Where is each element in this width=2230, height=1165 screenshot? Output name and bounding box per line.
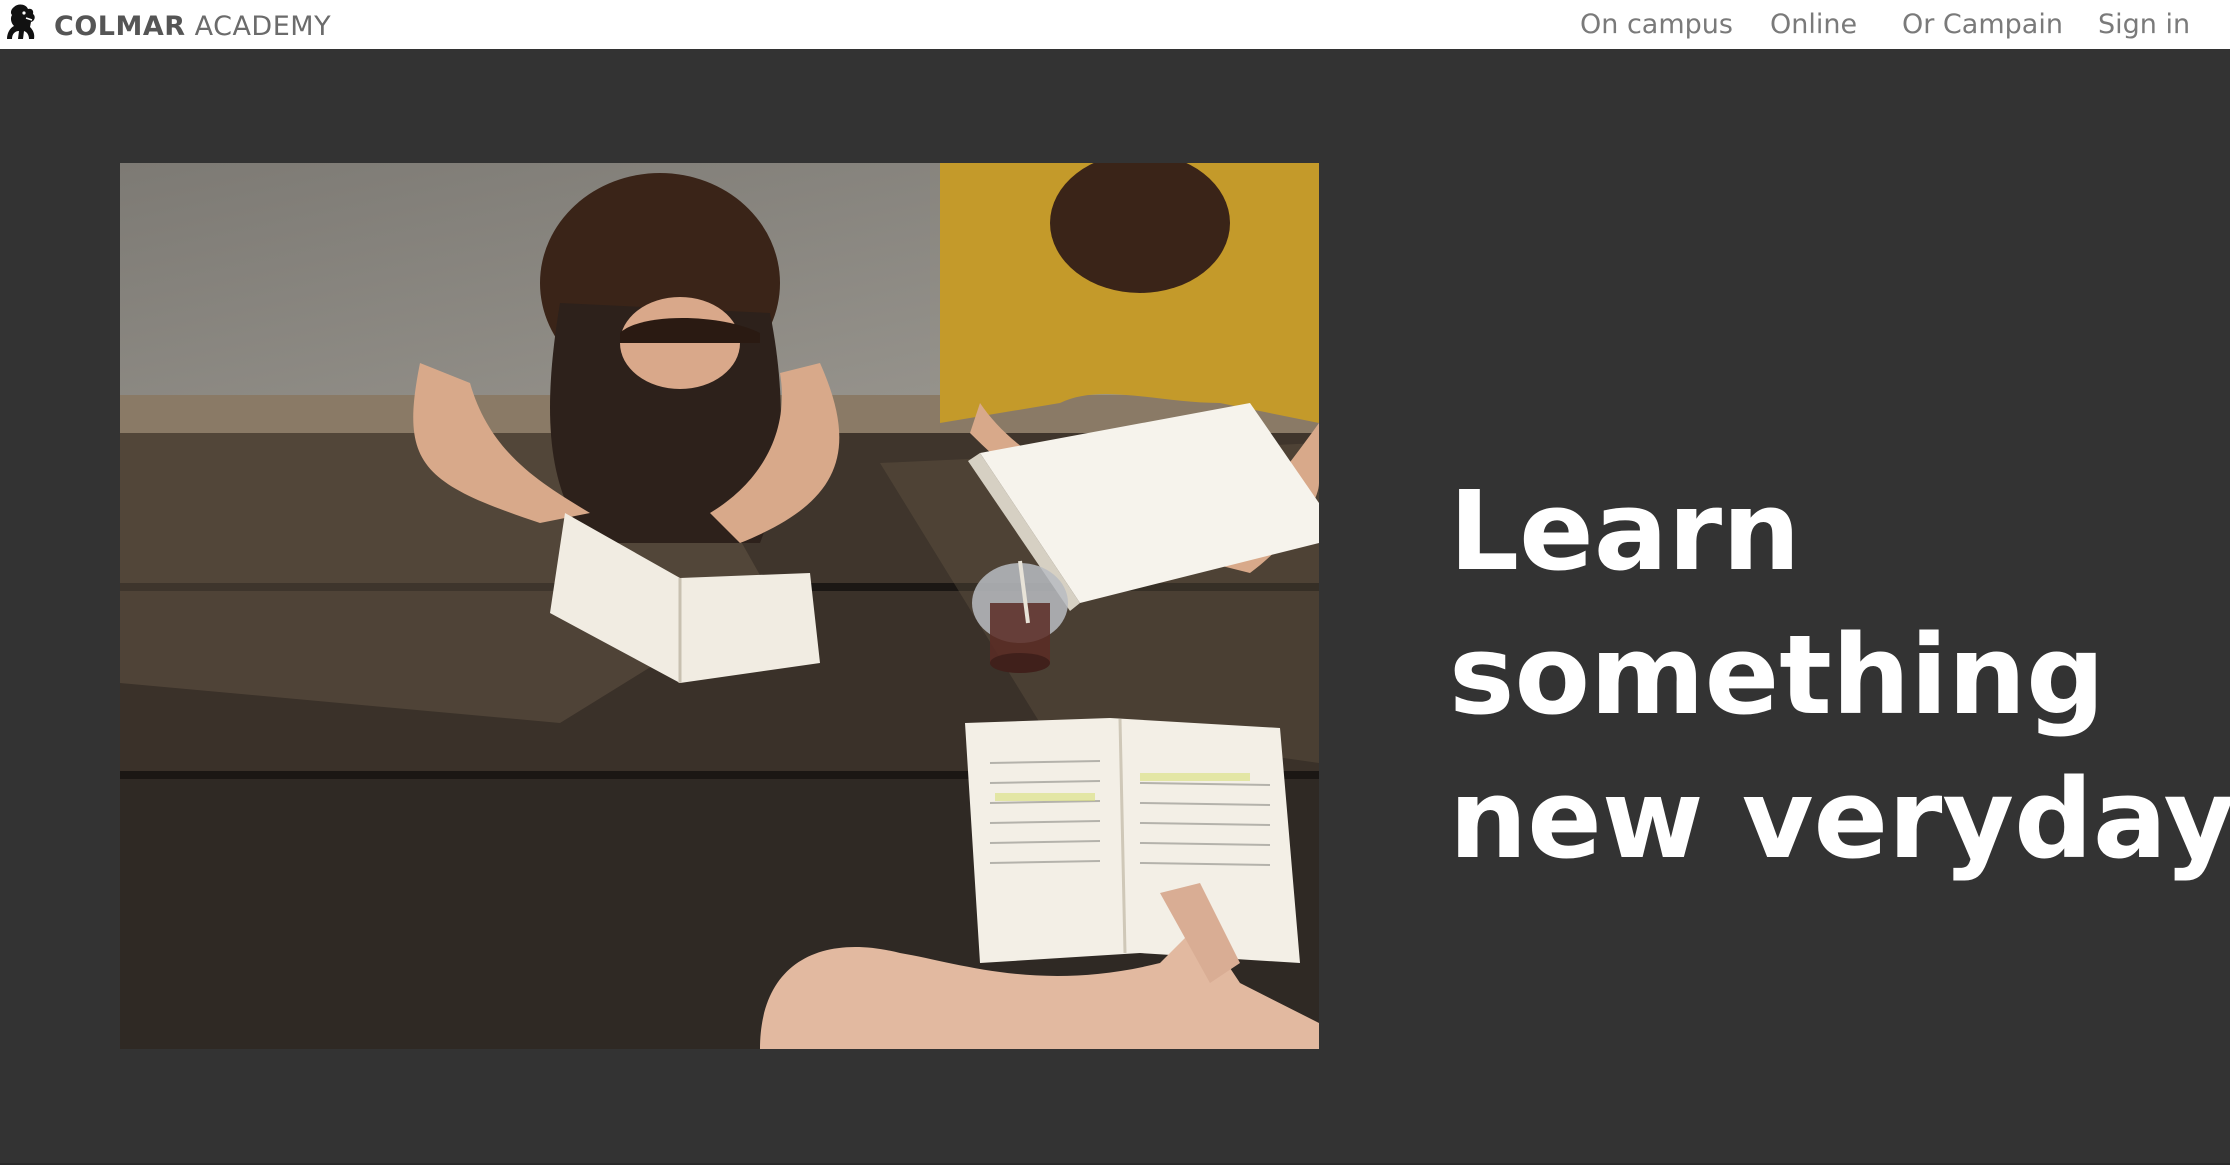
headline-line-1: Learn: [1449, 467, 1801, 595]
headline-line-2: something: [1449, 611, 2105, 739]
students-studying-photo-icon: [120, 163, 1319, 1049]
hero-section: Learn something new veryday: [0, 49, 2230, 1163]
hero-image: [120, 163, 1319, 1049]
nav-or-campain[interactable]: Or Campain: [1902, 9, 2063, 40]
lion-logo-icon[interactable]: [4, 3, 38, 41]
brand-rest: ACADEMY: [185, 11, 332, 42]
hero-headline: Learn something new veryday: [1449, 459, 2230, 891]
brand-name[interactable]: COLMAR ACADEMY: [54, 11, 331, 42]
top-navbar: COLMAR ACADEMY On campus Online Or Campa…: [0, 0, 2230, 49]
headline-line-3: new veryday: [1449, 755, 2230, 883]
brand-bold: COLMAR: [54, 11, 186, 42]
nav-online[interactable]: Online: [1770, 9, 1857, 40]
nav-sign-in[interactable]: Sign in: [2098, 9, 2190, 40]
nav-on-campus[interactable]: On campus: [1580, 9, 1733, 40]
